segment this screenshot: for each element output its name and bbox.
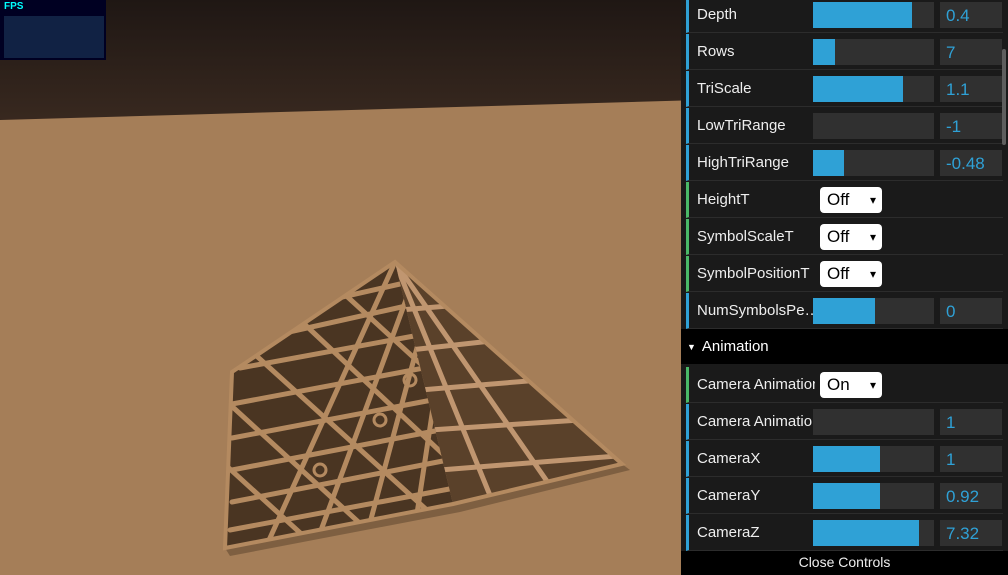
control-label: SymbolScaleT — [697, 228, 794, 245]
dropdown-value: On — [827, 375, 850, 394]
control-row-rows[interactable]: Rows 7 — [686, 34, 1003, 70]
control-row-cameray[interactable]: CameraY 0.92 — [686, 478, 1003, 514]
slider[interactable] — [813, 446, 934, 472]
number-input[interactable]: 0.92 — [940, 483, 1002, 509]
control-row-hightrirange[interactable]: HighTriRange -0.48 — [686, 145, 1003, 181]
control-label: Camera Animation — [697, 376, 815, 393]
dropdown-select[interactable]: Off ▾ — [820, 224, 882, 250]
control-row-heightt[interactable]: HeightT Off ▾ — [686, 182, 1003, 218]
slider-fill — [813, 76, 903, 102]
slider[interactable] — [813, 76, 934, 102]
number-input[interactable]: 0.4 — [940, 2, 1002, 28]
slider[interactable] — [813, 298, 934, 324]
slider[interactable] — [813, 520, 934, 546]
chevron-down-icon: ▾ — [869, 193, 876, 207]
control-label: Camera Animation — [697, 413, 815, 430]
control-label: Depth — [697, 6, 738, 23]
control-row-symbolscalet[interactable]: SymbolScaleT Off ▾ — [686, 219, 1003, 255]
control-label: Rows — [697, 43, 735, 60]
number-input[interactable]: 7.32 — [940, 520, 1002, 546]
slider[interactable] — [813, 483, 934, 509]
slider-fill — [813, 298, 875, 324]
slider-fill — [813, 2, 913, 28]
dropdown-select[interactable]: Off ▾ — [820, 261, 882, 287]
control-label: SymbolPositionT — [697, 265, 810, 282]
number-input[interactable]: 7 — [940, 39, 1002, 65]
control-row-symbolpositiont[interactable]: SymbolPositionT Off ▾ — [686, 256, 1003, 292]
dropdown-value: Off — [827, 264, 850, 283]
control-label: TriScale — [697, 80, 752, 97]
scrollbar[interactable] — [1002, 49, 1006, 145]
dropdown-select[interactable]: On ▾ — [820, 372, 882, 398]
control-label: CameraZ — [697, 524, 760, 541]
chevron-down-icon: ▾ — [869, 267, 876, 281]
control-label: HighTriRange — [697, 154, 789, 171]
control-label: CameraY — [697, 487, 761, 504]
slider[interactable] — [813, 2, 934, 28]
animation-folder-header[interactable]: ▼ Animation — [681, 329, 1008, 364]
control-row-depth[interactable]: Depth 0.4 — [686, 0, 1003, 33]
fps-graph — [4, 16, 104, 58]
number-input[interactable]: 1 — [940, 409, 1002, 435]
fps-label: FPS — [4, 1, 24, 12]
dropdown-select[interactable]: Off ▾ — [820, 187, 882, 213]
control-row-triscale[interactable]: TriScale 1.1 — [686, 71, 1003, 107]
control-row-lowtrirange[interactable]: LowTriRange -1 — [686, 108, 1003, 144]
close-controls-button[interactable]: Close Controls — [681, 551, 1008, 575]
slider[interactable] — [813, 150, 934, 176]
number-input[interactable]: 1.1 — [940, 76, 1002, 102]
slider[interactable] — [813, 409, 934, 435]
slider-fill — [813, 446, 880, 472]
number-input[interactable]: 0 — [940, 298, 1002, 324]
fps-meter: FPS — [0, 0, 106, 60]
control-label: HeightT — [697, 191, 750, 208]
controls-panel: Depth 0.4 Rows 7 TriScale 1.1 LowTriRange -1 Hig… — [681, 0, 1008, 575]
slider[interactable] — [813, 39, 934, 65]
control-row-cameraz[interactable]: CameraZ 7.32 — [686, 515, 1003, 551]
slider[interactable] — [813, 113, 934, 139]
slider-fill — [813, 39, 835, 65]
number-input[interactable]: 1 — [940, 446, 1002, 472]
slider-fill — [813, 150, 845, 176]
chevron-down-icon: ▾ — [869, 378, 876, 392]
slider-fill — [813, 483, 880, 509]
control-label: LowTriRange — [697, 117, 786, 134]
control-label: CameraX — [697, 450, 761, 467]
caret-down-icon: ▼ — [687, 341, 696, 352]
animation-folder-title: Animation — [701, 338, 769, 355]
control-row-camerax[interactable]: CameraX 1 — [686, 441, 1003, 477]
chevron-down-icon: ▾ — [869, 230, 876, 244]
control-label: NumSymbolsPe… — [697, 302, 815, 319]
control-row-numsymbolspe[interactable]: NumSymbolsPe… 0 — [686, 293, 1003, 329]
control-row-camera-animation[interactable]: Camera Animation 1 — [686, 404, 1003, 440]
slider-fill — [813, 520, 920, 546]
number-input[interactable]: -1 — [940, 113, 1002, 139]
number-input[interactable]: -0.48 — [940, 150, 1002, 176]
dropdown-value: Off — [827, 227, 850, 246]
dropdown-value: Off — [827, 190, 850, 209]
control-row-camera-animation[interactable]: Camera Animation On ▾ — [686, 367, 1003, 403]
